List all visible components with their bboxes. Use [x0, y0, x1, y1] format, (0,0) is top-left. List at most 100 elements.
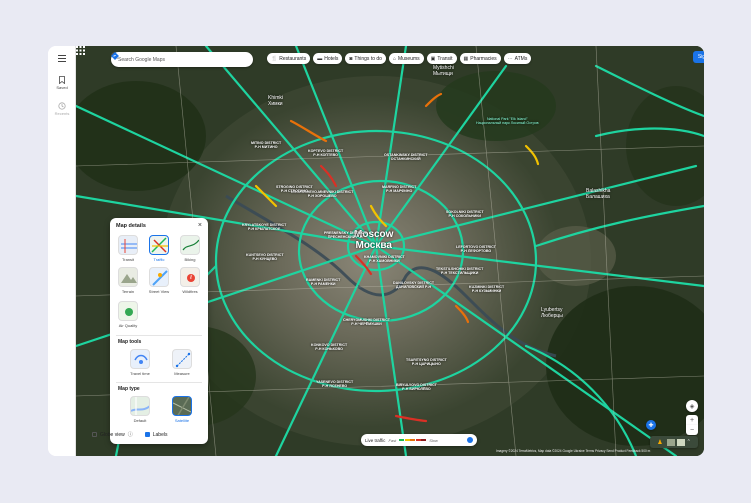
pegman-icon[interactable]: ♟ — [657, 439, 662, 446]
expand-icon: ⌃ — [686, 439, 691, 445]
globe-view-checkbox[interactable] — [92, 432, 97, 437]
chip-transit[interactable]: ▣ Transit — [426, 53, 457, 64]
minus-icon: − — [689, 426, 695, 434]
air-quality-thumb-icon — [118, 301, 138, 321]
search-input[interactable]: Search Google Maps — [118, 57, 225, 63]
layers-icon — [676, 438, 685, 446]
detail-biking[interactable]: Biking — [176, 235, 204, 262]
district-label: LEFORTOVO DISTRICT Р-Н ЛЕФОРТОВО — [456, 245, 496, 253]
live-traffic-title: Live traffic — [365, 437, 386, 443]
district-label: KRYLATSKOYE DISTRICT Р-Н КРЫЛАТСКОЕ — [242, 223, 287, 231]
search-box[interactable]: Search Google Maps — [111, 52, 253, 67]
traffic-toggle[interactable] — [467, 437, 473, 443]
restaurant-icon: 🍴 — [271, 55, 278, 62]
tool-measure[interactable]: Measure — [168, 349, 196, 376]
district-label: KOPTEVO DISTRICT Р-Н КОПТЕВО — [308, 149, 344, 157]
labels-label: Labels — [152, 431, 168, 438]
chip-things-to-do[interactable]: ◙ Things to do — [345, 53, 386, 64]
map-canvas[interactable]: Moscow Москва Khimki Химки Mytishchi Мытищ… — [76, 46, 704, 456]
camera-icon: ◙ — [349, 55, 353, 62]
district-label: RAMENKI DISTRICT Р-Н РАМЕНКИ — [306, 278, 341, 286]
compass-button[interactable]: ◈ — [686, 400, 698, 412]
layer-thumbnails[interactable]: ♟ ⌃ — [650, 436, 698, 448]
detail-street-view[interactable]: Street View — [145, 267, 173, 294]
history-icon — [58, 102, 66, 110]
tool-travel-time[interactable]: Travel time — [126, 349, 154, 376]
layers-icon — [666, 438, 675, 446]
divider — [116, 335, 202, 336]
labels-checkbox[interactable] — [144, 432, 150, 437]
detail-air-quality[interactable]: Air Quality — [114, 301, 142, 328]
map-type-default[interactable]: Default — [126, 396, 154, 423]
traffic-legend — [399, 439, 427, 441]
legend-swatch — [415, 439, 421, 441]
legend-swatch — [404, 439, 410, 441]
search-button[interactable] — [111, 52, 235, 65]
sign-in-button[interactable]: Sign in — [693, 51, 704, 63]
zoom-in-button[interactable]: + — [686, 415, 698, 425]
chip-restaurants[interactable]: 🍴 Restaurants — [267, 53, 311, 64]
district-label: KHAMOVNIKI DISTRICT Р-Н ХАМОВНИКИ — [364, 255, 405, 263]
detail-transit[interactable]: Transit — [114, 235, 142, 262]
district-label: KUZMINKI DISTRICT Р-Н КУЗЬМИНКИ — [469, 285, 505, 293]
panel-options-row: Globe view ⓘ Labels — [92, 431, 167, 438]
plus-icon: + — [689, 416, 695, 424]
menu-button[interactable] — [48, 55, 76, 62]
default-map-thumb-icon — [130, 396, 150, 416]
town-label-mytishchi: Mytishchi Мытищи — [433, 65, 454, 77]
chip-pharmacies[interactable]: ▦ Pharmacies — [459, 53, 501, 64]
district-label: BIRYULYOVO DISTRICT Р-Н БИРЮЛЁВО — [396, 383, 437, 391]
help-icon[interactable]: ⓘ — [128, 431, 133, 438]
apps-grid-icon[interactable] — [76, 46, 85, 55]
wildfire-thumb-icon — [180, 267, 200, 287]
district-label: TEKSTILSHCHIKI DISTRICT Р-Н ТЕКСТИЛЬЩИКИ — [436, 267, 484, 275]
close-button[interactable]: × — [198, 222, 202, 229]
transit-icon: ▣ — [430, 55, 436, 62]
compass-icon: ◈ — [689, 403, 695, 410]
terrain-thumb-icon — [118, 267, 138, 287]
fast-label: Fast — [388, 437, 397, 443]
location-icon: ✚ — [648, 422, 654, 429]
map-type-title: Map type — [118, 386, 140, 392]
chip-hotels[interactable]: ▬ Hotels — [313, 53, 343, 64]
detail-terrain[interactable]: Terrain — [114, 267, 142, 294]
close-icon: × — [197, 222, 202, 229]
district-label: OSTANKINSKY DISTRICT ОСТАНКИНСКИЙ — [384, 153, 428, 161]
app-frame: Saved Recents Moscow Москва Khimki Химки… — [48, 46, 704, 456]
measure-thumb-icon — [172, 349, 192, 369]
live-traffic-bar[interactable]: Live traffic Fast Slow — [361, 434, 477, 446]
district-label: KONKOVO DISTRICT Р-Н КОНЬКОВО — [311, 343, 348, 351]
legend-swatch — [399, 439, 405, 441]
directions-button[interactable] — [111, 52, 249, 65]
map-tools-title: Map tools — [118, 339, 142, 345]
town-label-khimki: Khimki Химки — [268, 95, 284, 107]
globe-view-label: Globe view — [100, 431, 125, 438]
street-view-thumb-icon — [149, 267, 169, 287]
recents-button[interactable]: Recents — [48, 102, 76, 116]
town-label-lyubertsy: Lyubertsy Люберцы — [541, 307, 563, 319]
zoom-out-button[interactable]: − — [686, 425, 698, 435]
map-details-panel: Map details × Transit Traffic Biking Ter… — [110, 218, 208, 444]
map-type-satellite[interactable]: Satellite — [168, 396, 196, 423]
saved-label: Saved — [56, 85, 68, 90]
town-label-balashikha: Balashikha Балашиха — [586, 188, 611, 200]
city-label-ru: Москва — [355, 239, 392, 251]
chip-atms[interactable]: ⋯ ATMs — [503, 53, 532, 64]
saved-button[interactable]: Saved — [48, 76, 76, 90]
detail-wildfires[interactable]: Wildfires — [176, 267, 204, 294]
museum-icon: ⌂ — [392, 55, 396, 62]
district-label: CHERYOMUSHKI DISTRICT Р-Н ЧЕРЁМУШКИ — [343, 318, 390, 326]
traffic-thumb-icon — [149, 235, 169, 255]
side-rail: Saved Recents — [48, 46, 76, 456]
district-label: DANILOVSKY DISTRICT ДАНИЛОВСКИЙ Р-Н — [393, 281, 435, 289]
detail-traffic[interactable]: Traffic — [145, 235, 173, 262]
district-label: STROGINO DISTRICT Р-Н СТРОГИНО — [276, 185, 313, 193]
park-label: National Park "Elk Island" Национальный п… — [476, 117, 539, 125]
chip-museums[interactable]: ⌂ Museums — [388, 53, 424, 64]
district-label: MITINO DISTRICT Р-Н МИТИНО — [251, 141, 282, 149]
my-location-button[interactable]: ✚ — [646, 420, 656, 430]
legend-swatch — [421, 439, 427, 441]
biking-thumb-icon — [180, 235, 200, 255]
travel-time-thumb-icon — [130, 349, 150, 369]
recents-label: Recents — [54, 111, 70, 116]
